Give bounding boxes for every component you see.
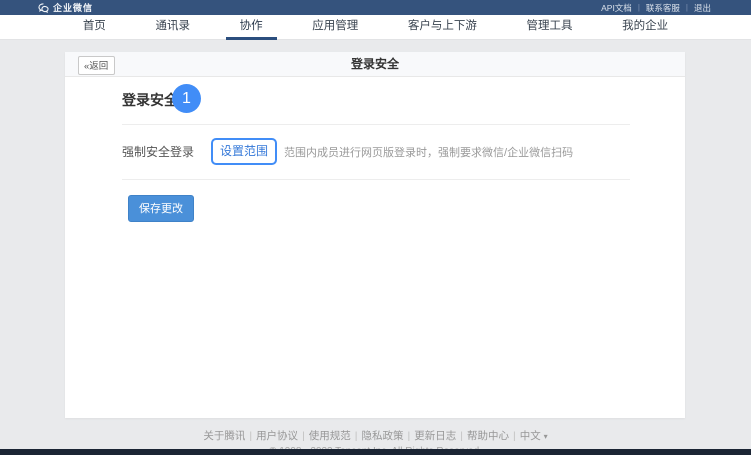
api-docs-link[interactable]: API文档 xyxy=(601,2,632,14)
back-button[interactable]: «返回 xyxy=(78,56,115,75)
language-selector[interactable]: 中文 ▾ xyxy=(520,430,548,442)
separator: | xyxy=(249,430,252,442)
language-label: 中文 xyxy=(520,430,541,442)
contact-support-link[interactable]: 联系客服 xyxy=(646,2,680,14)
save-changes-button[interactable]: 保存更改 xyxy=(128,195,194,222)
user-agreement-link[interactable]: 用户协议 xyxy=(256,430,298,442)
topbar-links: API文档 | 联系客服 | 退出 xyxy=(601,2,711,14)
separator: | xyxy=(408,430,411,442)
footer-links: 关于腾讯|用户协议|使用规范|隐私政策|更新日志|帮助中心|中文 ▾ xyxy=(0,428,751,443)
divider xyxy=(122,124,630,125)
separator: | xyxy=(355,430,358,442)
panel-header: «返回 登录安全 xyxy=(65,52,685,77)
set-range-link[interactable]: 设置范围 xyxy=(220,144,268,158)
separator: | xyxy=(513,430,516,442)
tab-admin-tools[interactable]: 管理工具 xyxy=(513,15,587,40)
topbar: 企业微信 API文档 | 联系客服 | 退出 xyxy=(0,0,751,15)
set-range-annotation-box[interactable]: 设置范围 xyxy=(211,138,277,165)
wecom-chat-bubble-icon xyxy=(38,3,49,13)
logo-text: 企业微信 xyxy=(53,1,93,14)
wecom-logo: 企业微信 xyxy=(38,1,93,14)
tab-my-enterprise[interactable]: 我的企业 xyxy=(608,15,682,40)
about-tencent-link[interactable]: 关于腾讯 xyxy=(203,430,245,442)
divider xyxy=(122,179,630,180)
bottom-edge-strip xyxy=(0,449,751,455)
force-secure-login-row: 强制安全登录 设置范围 范围内成员进行网页版登录时，强制要求微信/企业微信扫码 xyxy=(122,138,630,165)
tab-collaboration[interactable]: 协作 xyxy=(226,15,277,40)
main-nav: 首页 通讯录 协作 应用管理 客户与上下游 管理工具 我的企业 xyxy=(0,15,751,40)
separator: | xyxy=(686,3,688,12)
panel-body: 登录安全 强制安全登录 设置范围 范围内成员进行网页版登录时，强制要求微信/企业… xyxy=(65,77,685,222)
setting-description: 范围内成员进行网页版登录时，强制要求微信/企业微信扫码 xyxy=(284,144,573,160)
separator: | xyxy=(302,430,305,442)
chevron-down-icon: ▾ xyxy=(544,432,548,441)
logout-link[interactable]: 退出 xyxy=(694,2,711,14)
tab-contacts[interactable]: 通讯录 xyxy=(141,15,204,40)
page-title: 登录安全 xyxy=(65,52,685,77)
separator: | xyxy=(460,430,463,442)
privacy-policy-link[interactable]: 隐私政策 xyxy=(362,430,404,442)
separator: | xyxy=(638,3,640,12)
annotation-badge-1: 1 xyxy=(172,84,201,113)
tab-customers[interactable]: 客户与上下游 xyxy=(394,15,491,40)
login-security-panel: «返回 登录安全 登录安全 强制安全登录 设置范围 范围内成员进行网页版登录时，… xyxy=(65,52,685,418)
tab-app-management[interactable]: 应用管理 xyxy=(298,15,372,40)
nav-tabs: 首页 通讯录 协作 应用管理 客户与上下游 管理工具 我的企业 xyxy=(58,15,693,40)
setting-label: 强制安全登录 xyxy=(122,143,194,160)
changelog-link[interactable]: 更新日志 xyxy=(414,430,456,442)
help-center-link[interactable]: 帮助中心 xyxy=(467,430,509,442)
tab-home[interactable]: 首页 xyxy=(69,15,120,40)
usage-rules-link[interactable]: 使用规范 xyxy=(309,430,351,442)
